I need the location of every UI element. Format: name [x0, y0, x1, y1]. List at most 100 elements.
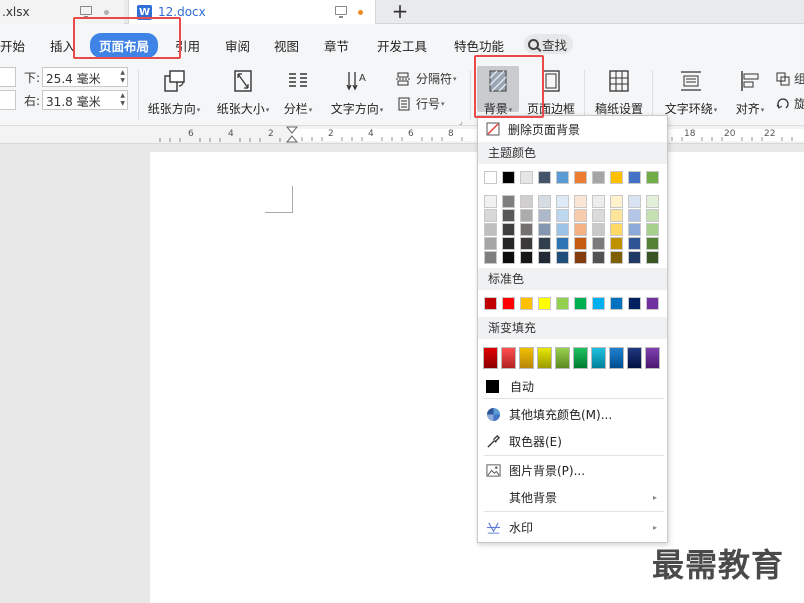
text-wrap-button[interactable]: 文字环绕▾ — [660, 68, 722, 117]
theme-shade-swatch[interactable] — [520, 237, 533, 250]
theme-color-swatch[interactable] — [538, 171, 551, 184]
theme-shade-swatch[interactable] — [538, 195, 551, 208]
standard-color-swatch[interactable] — [592, 297, 605, 310]
theme-color-swatch[interactable] — [628, 171, 641, 184]
gradient-fill-swatch[interactable] — [555, 347, 570, 369]
theme-color-swatch[interactable] — [484, 171, 497, 184]
standard-color-swatch[interactable] — [574, 297, 587, 310]
theme-shade-swatch[interactable] — [502, 223, 515, 236]
gradient-fill-swatch[interactable] — [501, 347, 516, 369]
orientation-button[interactable]: 纸张方向▾ — [144, 68, 204, 117]
text-direction-button[interactable]: A 文字方向▾ — [326, 68, 388, 117]
theme-shade-swatch[interactable] — [502, 237, 515, 250]
standard-color-swatch[interactable] — [538, 297, 551, 310]
theme-shade-swatch[interactable] — [628, 237, 641, 250]
theme-shade-swatch[interactable] — [574, 195, 587, 208]
theme-color-swatch[interactable] — [592, 171, 605, 184]
standard-color-swatch[interactable] — [646, 297, 659, 310]
theme-shade-swatch[interactable] — [592, 195, 605, 208]
theme-shade-swatch[interactable] — [556, 237, 569, 250]
theme-color-swatch[interactable] — [556, 171, 569, 184]
theme-shade-swatch[interactable] — [502, 209, 515, 222]
menu-insert[interactable]: 插入 — [50, 36, 75, 55]
picture-background-item[interactable]: 图片背景(P)... — [478, 458, 667, 482]
theme-shade-swatch[interactable] — [538, 209, 551, 222]
line-number-button[interactable]: 行号 ▾ — [396, 95, 445, 112]
margin-bottom-input[interactable]: 25.4 毫米 ▲ ▼ — [42, 67, 129, 87]
gradient-fill-swatch[interactable] — [483, 347, 498, 369]
indent-marker-icon[interactable] — [286, 126, 298, 144]
menu-home[interactable]: 开始 — [0, 36, 25, 55]
theme-shade-swatch[interactable] — [520, 195, 533, 208]
margin-spinner[interactable] — [0, 90, 16, 110]
tab-xlsx[interactable]: .xlsx — [0, 0, 124, 24]
group-button[interactable]: 组 — [776, 70, 804, 87]
theme-shade-swatch[interactable] — [574, 237, 587, 250]
theme-shade-swatch[interactable] — [646, 195, 659, 208]
auto-color-item[interactable]: 自动 — [478, 374, 667, 398]
eyedropper-item[interactable]: 取色器(E) — [478, 429, 667, 453]
theme-shade-swatch[interactable] — [556, 251, 569, 264]
more-fill-colors-item[interactable]: 其他填充颜色(M)... — [478, 402, 667, 426]
standard-color-swatch[interactable] — [628, 297, 641, 310]
gradient-fill-swatch[interactable] — [591, 347, 606, 369]
theme-shade-swatch[interactable] — [610, 251, 623, 264]
theme-shade-swatch[interactable] — [574, 251, 587, 264]
standard-color-swatch[interactable] — [484, 297, 497, 310]
theme-shade-swatch[interactable] — [502, 251, 515, 264]
theme-shade-swatch[interactable] — [574, 209, 587, 222]
separator-button[interactable]: 分隔符 ▾ — [396, 70, 457, 87]
align-button[interactable]: 对齐▾ — [730, 68, 770, 117]
theme-shade-swatch[interactable] — [646, 223, 659, 236]
theme-color-swatch[interactable] — [646, 171, 659, 184]
theme-shade-swatch[interactable] — [484, 251, 497, 264]
margin-right-input[interactable]: 31.8 毫米 ▲ ▼ — [42, 90, 129, 110]
menu-features[interactable]: 特色功能 — [454, 36, 504, 55]
background-button[interactable]: 背景▾ — [477, 68, 519, 117]
monitor-icon[interactable] — [80, 6, 92, 18]
gradient-fill-swatch[interactable] — [627, 347, 642, 369]
theme-color-swatch[interactable] — [502, 171, 515, 184]
monitor-icon[interactable] — [335, 6, 347, 18]
menu-view[interactable]: 视图 — [274, 36, 299, 55]
theme-shade-swatch[interactable] — [628, 195, 641, 208]
theme-shade-swatch[interactable] — [610, 209, 623, 222]
rotate-button[interactable]: 旋 — [776, 95, 804, 112]
gradient-fill-swatch[interactable] — [609, 347, 624, 369]
gradient-fill-swatch[interactable] — [519, 347, 534, 369]
theme-shade-swatch[interactable] — [592, 209, 605, 222]
theme-shade-swatch[interactable] — [538, 237, 551, 250]
manuscript-button[interactable]: 稿纸设置 — [592, 68, 646, 117]
search-button[interactable]: 查找 — [524, 34, 574, 54]
theme-shade-swatch[interactable] — [538, 223, 551, 236]
tab-docx[interactable]: W 12.docx — [128, 0, 376, 24]
theme-shade-swatch[interactable] — [520, 209, 533, 222]
paper-size-button[interactable]: 纸张大小▾ — [213, 68, 273, 117]
theme-shade-swatch[interactable] — [556, 209, 569, 222]
gradient-fill-swatch[interactable] — [537, 347, 552, 369]
theme-shade-swatch[interactable] — [484, 223, 497, 236]
theme-shade-swatch[interactable] — [610, 237, 623, 250]
gradient-fill-swatch[interactable] — [645, 347, 660, 369]
standard-color-swatch[interactable] — [556, 297, 569, 310]
menu-references[interactable]: 引用 — [175, 36, 200, 55]
theme-shade-swatch[interactable] — [646, 237, 659, 250]
menu-page-layout[interactable]: 页面布局 — [90, 33, 159, 58]
theme-color-swatch[interactable] — [610, 171, 623, 184]
standard-color-swatch[interactable] — [502, 297, 515, 310]
theme-shade-swatch[interactable] — [574, 223, 587, 236]
page-border-button[interactable]: 页面边框 — [524, 68, 578, 117]
theme-color-swatch[interactable] — [574, 171, 587, 184]
other-background-item[interactable]: 其他背景 ▸ — [478, 485, 667, 509]
watermark-item[interactable]: 水印 ▸ — [478, 515, 667, 539]
theme-shade-swatch[interactable] — [520, 223, 533, 236]
theme-shade-swatch[interactable] — [592, 223, 605, 236]
theme-color-swatch[interactable] — [520, 171, 533, 184]
theme-shade-swatch[interactable] — [556, 195, 569, 208]
horizontal-ruler[interactable]: 6 4 2 2 4 6 8 18 20 22 — [0, 126, 804, 144]
theme-shade-swatch[interactable] — [646, 251, 659, 264]
menu-review[interactable]: 审阅 — [225, 36, 250, 55]
new-tab-button[interactable]: + — [390, 1, 410, 23]
theme-shade-swatch[interactable] — [520, 251, 533, 264]
remove-page-background-item[interactable]: 删除页面背景 — [478, 117, 667, 141]
